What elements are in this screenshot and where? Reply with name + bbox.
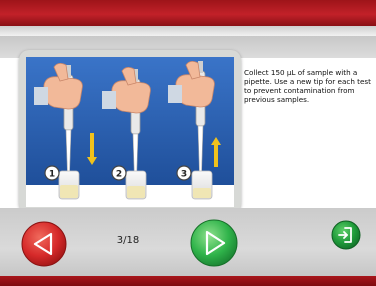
footer-bar — [0, 276, 376, 286]
pipette-steps-graphic: 1 2 3 — [26, 57, 234, 207]
step-label-2: 2 — [116, 170, 122, 180]
step-label-1: 1 — [49, 170, 55, 180]
sample-tube-2 — [125, 170, 147, 200]
page-counter: 3/18 — [116, 235, 140, 246]
exit-button[interactable] — [331, 220, 361, 250]
previous-button[interactable] — [21, 221, 67, 267]
step-number-3: 3 — [176, 165, 192, 181]
next-button[interactable] — [190, 219, 238, 267]
sample-tube-3 — [191, 170, 213, 200]
header-bar — [0, 0, 376, 26]
instruction-text: Collect 150 µL of sample with a pipette.… — [244, 68, 371, 104]
step-number-2: 2 — [111, 165, 127, 181]
header-shadow — [0, 26, 376, 36]
step-number-1: 1 — [44, 165, 60, 181]
pipette-illustration: 1 2 3 — [26, 57, 234, 207]
step-label-3: 3 — [181, 170, 187, 180]
sample-tube-1 — [58, 170, 80, 200]
